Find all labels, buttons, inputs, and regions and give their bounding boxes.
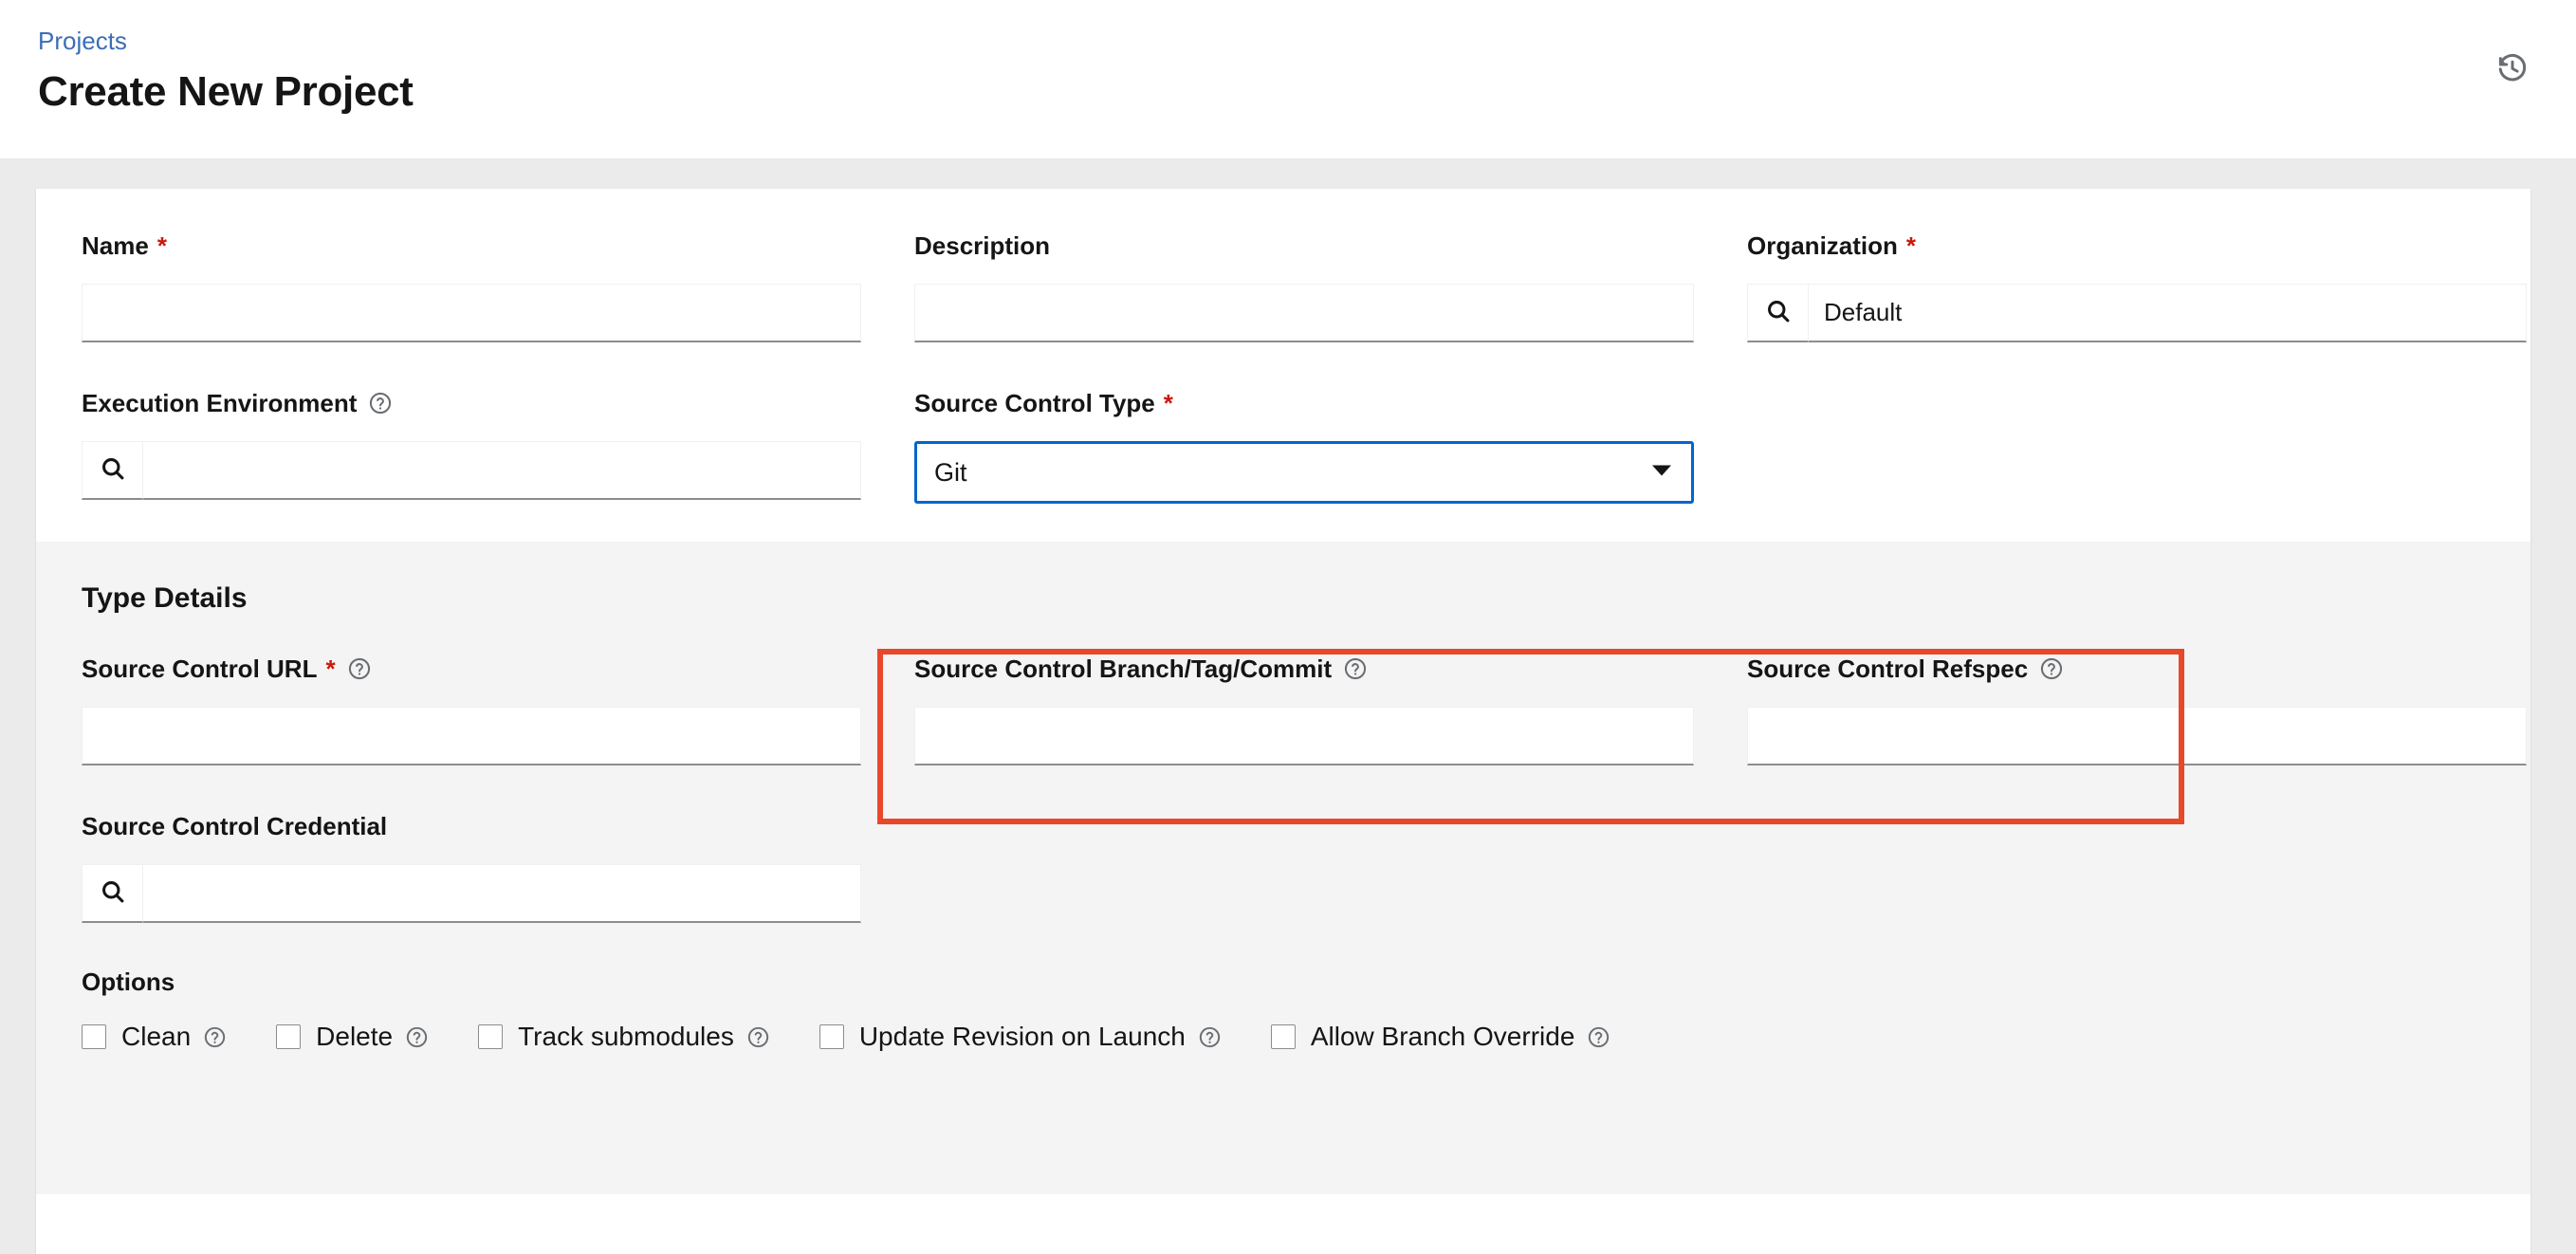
field-source-control-url: Source Control URL *	[82, 654, 861, 765]
source-control-credential-lookup	[82, 864, 861, 923]
delete-checkbox[interactable]	[276, 1024, 301, 1049]
history-icon	[2496, 52, 2529, 87]
label-execution-environment: Execution Environment	[82, 388, 861, 418]
organization-lookup	[1747, 284, 2527, 342]
source-control-credential-search-button[interactable]	[82, 864, 142, 923]
type-details-row: Source Control URL * Source Control Br	[82, 654, 2485, 765]
source-control-type-value[interactable]: Git	[914, 441, 1694, 504]
required-indicator: *	[1164, 391, 1173, 415]
field-spacer	[1747, 388, 2527, 504]
source-control-branch-input[interactable]	[914, 707, 1694, 765]
field-description: Description	[914, 231, 1694, 342]
clean-checkbox[interactable]	[82, 1024, 106, 1049]
label-execution-environment-text: Execution Environment	[82, 388, 357, 418]
track-submodules-label[interactable]: Track submodules	[518, 1022, 734, 1052]
track-submodules-checkbox[interactable]	[478, 1024, 503, 1049]
help-icon[interactable]	[203, 1025, 227, 1049]
help-icon[interactable]	[1198, 1025, 1222, 1049]
label-name: Name *	[82, 231, 861, 261]
header-actions	[2487, 44, 2538, 95]
source-control-url-input[interactable]	[82, 707, 861, 765]
source-control-type-select[interactable]: Git	[914, 441, 1694, 504]
required-indicator: *	[325, 656, 335, 681]
option-update-revision-on-launch: Update Revision on Launch	[819, 1022, 1222, 1052]
name-input[interactable]	[82, 284, 861, 342]
label-name-text: Name	[82, 231, 149, 261]
project-form-card: Name * Description Organization *	[36, 189, 2530, 1254]
credential-row: Source Control Credential	[82, 811, 2485, 923]
label-description: Description	[914, 231, 1694, 261]
search-icon	[1765, 298, 1792, 327]
label-organization: Organization *	[1747, 231, 2527, 261]
general-fields-section: Name * Description Organization *	[36, 189, 2530, 542]
field-organization: Organization *	[1747, 231, 2527, 342]
label-source-control-refspec: Source Control Refspec	[1747, 654, 2527, 684]
type-details-title: Type Details	[82, 581, 2485, 616]
field-source-control-refspec: Source Control Refspec	[1747, 654, 2527, 765]
help-icon[interactable]	[405, 1025, 429, 1049]
field-source-control-type: Source Control Type * Git	[914, 388, 1694, 504]
description-input[interactable]	[914, 284, 1694, 342]
label-description-text: Description	[914, 231, 1050, 261]
type-details-section: Type Details Source Control URL *	[36, 542, 2530, 1194]
update-revision-on-launch-checkbox[interactable]	[819, 1024, 844, 1049]
option-allow-branch-override: Allow Branch Override	[1271, 1022, 1611, 1052]
field-spacer	[914, 811, 1694, 923]
page-header: Projects Create New Project	[0, 0, 2576, 158]
label-source-control-branch: Source Control Branch/Tag/Commit	[914, 654, 1694, 684]
help-icon[interactable]	[1587, 1025, 1610, 1049]
update-revision-on-launch-label[interactable]: Update Revision on Launch	[859, 1022, 1186, 1052]
field-source-control-branch: Source Control Branch/Tag/Commit	[914, 654, 1694, 765]
organization-search-button[interactable]	[1747, 284, 1808, 342]
delete-label[interactable]: Delete	[316, 1022, 393, 1052]
label-source-control-type-text: Source Control Type	[914, 388, 1155, 418]
option-clean: Clean	[82, 1022, 227, 1052]
source-control-refspec-input[interactable]	[1747, 707, 2527, 765]
label-source-control-url: Source Control URL *	[82, 654, 861, 684]
help-icon[interactable]	[347, 656, 372, 681]
options-row: Clean Delete	[82, 1022, 2485, 1052]
execution-environment-search-button[interactable]	[82, 441, 142, 500]
label-source-control-url-text: Source Control URL	[82, 654, 317, 684]
search-icon	[100, 878, 126, 908]
help-icon[interactable]	[1343, 656, 1368, 681]
clean-label[interactable]: Clean	[121, 1022, 191, 1052]
history-button[interactable]	[2487, 44, 2538, 95]
option-track-submodules: Track submodules	[478, 1022, 770, 1052]
field-execution-environment: Execution Environment	[82, 388, 861, 504]
label-source-control-refspec-text: Source Control Refspec	[1747, 654, 2028, 684]
help-icon[interactable]	[368, 391, 393, 415]
options-section: Options Clean Delete	[82, 967, 2485, 1052]
options-title: Options	[82, 967, 2485, 997]
general-row-1: Name * Description Organization *	[82, 231, 2485, 342]
execution-environment-lookup	[82, 441, 861, 500]
page-title: Create New Project	[38, 65, 2538, 119]
help-icon[interactable]	[746, 1025, 770, 1049]
label-source-control-type: Source Control Type *	[914, 388, 1694, 418]
execution-environment-input[interactable]	[142, 441, 861, 500]
organization-input[interactable]	[1808, 284, 2527, 342]
field-name: Name *	[82, 231, 861, 342]
label-source-control-credential: Source Control Credential	[82, 811, 861, 841]
label-source-control-branch-text: Source Control Branch/Tag/Commit	[914, 654, 1332, 684]
general-row-2: Execution Environment	[82, 388, 2485, 504]
help-icon[interactable]	[2039, 656, 2064, 681]
option-delete: Delete	[276, 1022, 429, 1052]
source-control-credential-input[interactable]	[142, 864, 861, 923]
allow-branch-override-label[interactable]: Allow Branch Override	[1311, 1022, 1575, 1052]
breadcrumb-projects[interactable]: Projects	[38, 25, 2538, 57]
required-indicator: *	[157, 233, 167, 258]
allow-branch-override-checkbox[interactable]	[1271, 1024, 1296, 1049]
label-source-control-credential-text: Source Control Credential	[82, 811, 387, 841]
required-indicator: *	[1906, 233, 1916, 258]
label-organization-text: Organization	[1747, 231, 1898, 261]
field-source-control-credential: Source Control Credential	[82, 811, 861, 923]
field-spacer	[1747, 811, 2527, 923]
search-icon	[100, 455, 126, 485]
